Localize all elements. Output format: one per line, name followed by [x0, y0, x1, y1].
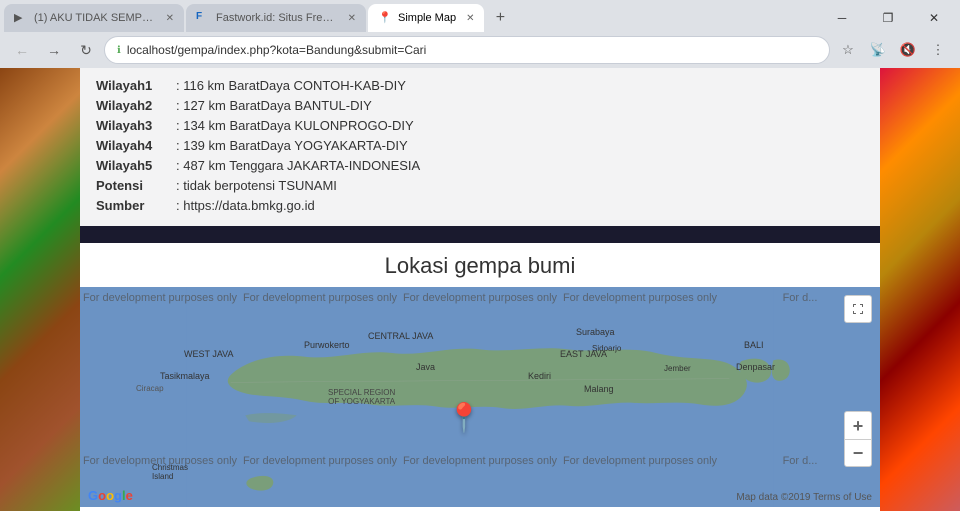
info-row-6: Potensi : tidak berpotensi TSUNAMI — [96, 176, 864, 196]
info-row-1: Wilayah1 : 116 km BaratDaya CONTOH-KAB-D… — [96, 76, 864, 96]
map-container[interactable]: WEST JAVA Tasikmalaya Ciracap Purwokerto… — [80, 287, 880, 507]
map-label-ciracap: Ciracap — [136, 384, 164, 393]
tab-favicon-3: 📍 — [378, 11, 392, 25]
info-value-4: : 139 km BaratDaya YOGYAKARTA-DIY — [176, 136, 864, 156]
info-value-7: : https://data.bmkg.go.id — [176, 196, 864, 216]
window-controls: ─ ❐ ✕ — [820, 4, 956, 32]
forward-button[interactable]: → — [40, 36, 68, 64]
map-label-surabaya: Surabaya — [576, 327, 615, 337]
map-label-jember: Jember — [664, 364, 691, 373]
map-label-denpasar: Denpasar — [736, 362, 775, 372]
map-svg — [80, 287, 880, 507]
tab-aku-tidak[interactable]: ▶ (1) AKU TIDAK SEMPURNA ( ✕ — [4, 4, 184, 32]
info-panel: Wilayah1 : 116 km BaratDaya CONTOH-KAB-D… — [80, 68, 880, 226]
browser-chrome: ▶ (1) AKU TIDAK SEMPURNA ( ✕ F Fastwork.… — [0, 0, 960, 68]
map-label-west-java: WEST JAVA — [184, 349, 234, 359]
map-label-tasikmalaya: Tasikmalaya — [160, 371, 210, 381]
mute-icon[interactable]: 🔇 — [894, 36, 922, 64]
tab-label-2: Fastwork.id: Situs Freelance Onl... — [216, 12, 338, 24]
map-section: Lokasi gempa bumi — [80, 243, 880, 511]
tab-simple-map[interactable]: 📍 Simple Map ✕ — [368, 4, 484, 32]
zoom-in-button[interactable]: + — [844, 411, 872, 439]
bg-right — [880, 68, 960, 511]
info-value-1: : 116 km BaratDaya CONTOH-KAB-DIY — [176, 76, 864, 96]
info-value-6: : tidak berpotensi TSUNAMI — [176, 176, 864, 196]
map-attribution: Map data ©2019 Terms of Use — [736, 492, 872, 503]
info-row-7: Sumber : https://data.bmkg.go.id — [96, 196, 864, 216]
map-title: Lokasi gempa bumi — [80, 243, 880, 287]
info-label-3: Wilayah3 — [96, 116, 176, 136]
address-bar-row: ← → ↻ ℹ localhost/gempa/index.php?kota=B… — [0, 32, 960, 68]
google-logo: Google — [88, 488, 133, 503]
lock-icon: ℹ — [117, 45, 121, 56]
new-tab-button[interactable]: + — [486, 4, 514, 32]
tab-close-2[interactable]: ✕ — [348, 13, 356, 24]
page-content: Wilayah1 : 116 km BaratDaya CONTOH-KAB-D… — [0, 68, 960, 511]
info-label-2: Wilayah2 — [96, 96, 176, 116]
info-label-7: Sumber — [96, 196, 176, 216]
url-text: localhost/gempa/index.php?kota=Bandung&s… — [127, 43, 817, 57]
info-value-5: : 487 km Tenggara JAKARTA-INDONESIA — [176, 156, 864, 176]
address-bar[interactable]: ℹ localhost/gempa/index.php?kota=Bandung… — [104, 36, 830, 64]
google-letter-o1: o — [98, 488, 106, 503]
google-letter-e: e — [126, 488, 133, 503]
map-fullscreen-button[interactable] — [844, 295, 872, 323]
bookmark-icon[interactable]: ☆ — [834, 36, 862, 64]
info-label-5: Wilayah5 — [96, 156, 176, 176]
bg-left — [0, 68, 80, 511]
tab-fastwork[interactable]: F Fastwork.id: Situs Freelance Onl... ✕ — [186, 4, 366, 32]
tab-close-3[interactable]: ✕ — [466, 13, 474, 24]
map-label-purwokerto: Purwokerto — [304, 340, 350, 350]
minimize-button[interactable]: ─ — [820, 4, 864, 32]
info-label-6: Potensi — [96, 176, 176, 196]
toolbar-icons: ☆ 📡 🔇 ⋮ — [834, 36, 952, 64]
reload-button[interactable]: ↻ — [72, 36, 100, 64]
info-row-2: Wilayah2 : 127 km BaratDaya BANTUL-DIY — [96, 96, 864, 116]
map-zoom-controls: + − — [844, 411, 872, 467]
fullscreen-icon — [851, 302, 865, 316]
map-label-east-java: EAST JAVA — [560, 349, 607, 359]
info-label-1: Wilayah1 — [96, 76, 176, 96]
zoom-out-button[interactable]: − — [844, 439, 872, 467]
map-label-malang: Malang — [584, 384, 614, 394]
info-value-2: : 127 km BaratDaya BANTUL-DIY — [176, 96, 864, 116]
map-label-central-java: CENTRAL JAVA — [368, 331, 433, 341]
cast-icon[interactable]: 📡 — [864, 36, 892, 64]
info-row-3: Wilayah3 : 134 km BaratDaya KULONPROGO-D… — [96, 116, 864, 136]
info-value-3: : 134 km BaratDaya KULONPROGO-DIY — [176, 116, 864, 136]
info-label-4: Wilayah4 — [96, 136, 176, 156]
map-pin: 📍 — [447, 401, 482, 434]
info-row-4: Wilayah4 : 139 km BaratDaya YOGYAKARTA-D… — [96, 136, 864, 156]
google-letter-o2: o — [106, 488, 114, 503]
map-label-kediri: Kediri — [528, 371, 551, 381]
tab-label-3: Simple Map — [398, 12, 456, 24]
menu-icon[interactable]: ⋮ — [924, 36, 952, 64]
map-label-special-region: SPECIAL REGIONOF YOGYAKARTA — [328, 388, 395, 406]
google-letter-g2: g — [114, 488, 122, 503]
restore-button[interactable]: ❐ — [866, 4, 910, 32]
google-letter-g: G — [88, 488, 98, 503]
close-button[interactable]: ✕ — [912, 4, 956, 32]
tab-label-1: (1) AKU TIDAK SEMPURNA ( — [34, 12, 156, 24]
tab-favicon-2: F — [196, 11, 210, 25]
tab-close-1[interactable]: ✕ — [166, 13, 174, 24]
back-button[interactable]: ← — [8, 36, 36, 64]
tab-favicon-1: ▶ — [14, 11, 28, 25]
map-label-christmas: ChristmasIsland — [152, 463, 188, 481]
tab-bar: ▶ (1) AKU TIDAK SEMPURNA ( ✕ F Fastwork.… — [0, 0, 960, 32]
map-label-java: Java — [416, 362, 435, 372]
map-label-bali: BALI — [744, 340, 764, 350]
info-row-5: Wilayah5 : 487 km Tenggara JAKARTA-INDON… — [96, 156, 864, 176]
